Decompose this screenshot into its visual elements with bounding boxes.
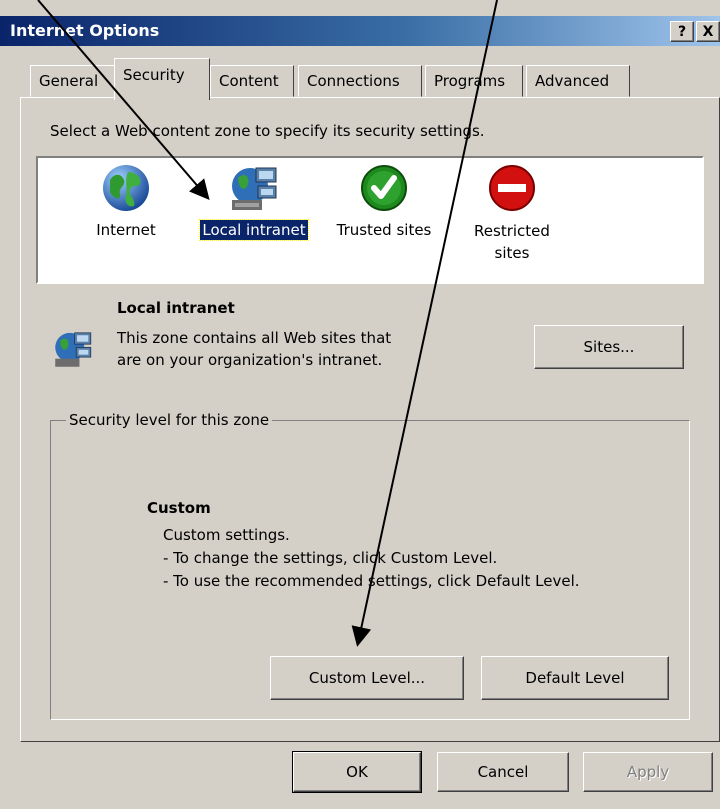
security-level-name: Custom (147, 499, 211, 517)
zone-label: Internet (96, 221, 156, 239)
zone-list[interactable]: Internet Local intranet Trusted sites Re… (36, 156, 704, 284)
zone-info-line1: This zone contains all Web sites that (117, 329, 392, 347)
tab-programs[interactable]: Programs (425, 65, 523, 97)
security-level-desc2: - To change the settings, click Custom L… (163, 549, 498, 567)
zone-internet[interactable]: Internet (62, 162, 190, 240)
intranet-icon (55, 332, 92, 367)
tab-advanced[interactable]: Advanced (526, 65, 630, 97)
zone-label: Trusted sites (336, 221, 432, 239)
help-button[interactable]: ? (670, 21, 694, 42)
zone-info-title: Local intranet (117, 299, 235, 317)
window-title: Internet Options (10, 21, 160, 40)
zone-label: Restricted sites (474, 222, 550, 262)
security-level-legend: Security level for this zone (66, 411, 273, 429)
tab-content[interactable]: Content (210, 65, 294, 97)
zone-restricted-sites[interactable]: Restricted sites (448, 162, 576, 264)
close-button[interactable]: X (696, 21, 720, 42)
no-entry-icon (489, 165, 535, 211)
tab-connections[interactable]: Connections (298, 65, 422, 97)
ok-button[interactable]: OK (292, 751, 422, 793)
sites-button[interactable]: Sites... (534, 325, 684, 369)
zone-info-line2: are on your organization's intranet. (117, 351, 383, 369)
tab-security[interactable]: Security (114, 58, 210, 100)
default-level-button[interactable]: Default Level (481, 656, 669, 700)
globe-icon (103, 165, 149, 211)
zone-instruction: Select a Web content zone to specify its… (50, 122, 485, 140)
zone-label: Local intranet (199, 219, 309, 241)
custom-level-button[interactable]: Custom Level... (270, 656, 464, 700)
cancel-button[interactable]: Cancel (437, 752, 569, 792)
intranet-icon (232, 167, 277, 210)
internet-options-dialog: Internet Options ? X General Security Co… (0, 0, 720, 809)
security-level-desc3: - To use the recommended settings, click… (163, 572, 580, 590)
tab-general[interactable]: General (30, 65, 116, 97)
apply-button[interactable]: Apply (583, 752, 713, 792)
security-level-desc1: Custom settings. (163, 526, 290, 544)
title-bar[interactable]: Internet Options ? X (0, 16, 720, 46)
zone-trusted-sites[interactable]: Trusted sites (320, 162, 448, 240)
zone-local-intranet[interactable]: Local intranet (190, 162, 318, 241)
checkmark-icon (361, 165, 407, 211)
